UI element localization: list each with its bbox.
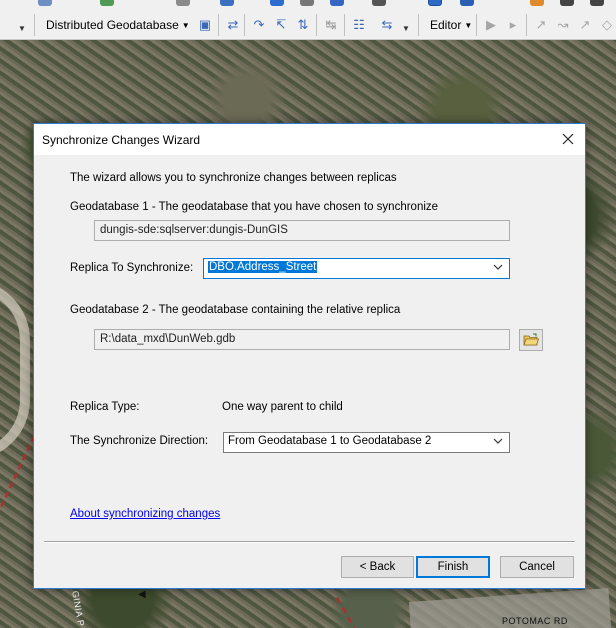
distributed-geodatabase-menu[interactable]: Distributed Geodatabase ▼ [46, 12, 190, 38]
toolbar-separator [476, 14, 477, 36]
toolbar-icon[interactable] [38, 0, 52, 6]
chevron-down-icon [493, 436, 503, 449]
synchronize-direction-select[interactable]: From Geodatabase 1 to Geodatabase 2 [223, 432, 510, 453]
toolbar-separator [316, 14, 317, 36]
toolbar-icon[interactable] [176, 0, 190, 6]
edit-tool-icon: ▶ [486, 17, 496, 32]
editor-menu-label: Editor [430, 18, 462, 32]
distributed-geodatabase-toolbar: ▼ Distributed Geodatabase ▼ ▣ ⇄ ↷ ↸ ⇅ ↹ … [0, 12, 616, 40]
editor-menu[interactable]: Editor ▼ [430, 12, 472, 38]
geodatabase-2-field: R:\data_mxd\DunWeb.gdb [94, 329, 510, 350]
intro-text: The wizard allows you to synchronize cha… [70, 172, 397, 184]
toolbar-icon[interactable] [530, 0, 544, 6]
geodatabase-1-label: Geodatabase 1 - The geodatabase that you… [70, 201, 439, 213]
synchronize-direction-label: The Synchronize Direction: [70, 435, 209, 447]
acknowledgement-icon[interactable]: ⇅ [294, 16, 312, 34]
replica-type-label: Replica Type: [70, 401, 140, 413]
geodatabase-2-label: Geodatabase 2 - The geodatabase containi… [70, 304, 401, 316]
toolbar-icon[interactable] [560, 0, 574, 6]
toolbar-icon[interactable] [590, 0, 604, 6]
toolbar-separator [526, 14, 527, 36]
synchronize-direction-value: From Geodatabase 1 to Geodatabase 2 [228, 435, 432, 447]
toolbar-icon[interactable] [300, 0, 314, 6]
open-folder-icon [523, 333, 539, 346]
close-button[interactable] [551, 124, 585, 154]
chevron-down-icon [493, 262, 503, 275]
replica-to-synchronize-select[interactable]: DBO.Address_Street [203, 258, 510, 279]
synchronize-changes-wizard-dialog: Synchronize Changes Wizard The wizard al… [33, 123, 586, 589]
map-direction-arrow-icon: ◀ [138, 589, 146, 600]
toolbar-icon[interactable] [460, 0, 474, 6]
distributed-geodatabase-menu-label: Distributed Geodatabase [46, 18, 179, 32]
check-out-icon[interactable]: ⇆ [378, 16, 396, 34]
chevron-down-icon: ▼ [181, 20, 190, 30]
close-icon [562, 133, 574, 145]
select-tool-icon[interactable] [428, 0, 442, 6]
browse-geodatabase-button[interactable] [519, 329, 543, 351]
disabled-tool-icon: ↹ [325, 17, 337, 32]
toolbar-icon[interactable] [100, 0, 114, 6]
map-boundary-line [336, 597, 358, 628]
cancel-button[interactable]: Cancel [500, 556, 574, 578]
replica-type-value: One way parent to child [222, 401, 343, 413]
export-changes-icon[interactable]: ↷ [250, 16, 268, 34]
chevron-down-icon: ▼ [464, 20, 473, 30]
toolbar-separator [218, 14, 219, 36]
toolbar-icon[interactable] [220, 0, 234, 6]
toolbar-overflow-icon[interactable]: ▼ [402, 25, 410, 36]
toolbar-overflow-icon[interactable]: ▼ [18, 25, 26, 36]
create-replica-icon[interactable]: ▣ [196, 16, 214, 34]
map-road [0, 280, 30, 460]
footer-divider [44, 541, 575, 542]
toolbar-top-row [0, 0, 616, 8]
point-icon: ◇ [602, 17, 612, 32]
replica-to-synchronize-value: DBO.Address_Street [208, 261, 318, 273]
synchronize-icon[interactable]: ⇄ [224, 16, 242, 34]
replica-to-synchronize-label: Replica To Synchronize: [70, 262, 194, 274]
toolbar-icon[interactable] [330, 0, 344, 6]
toolbar: ▼ Distributed Geodatabase ▼ ▣ ⇄ ↷ ↸ ⇅ ↹ … [0, 0, 616, 40]
finish-button[interactable]: Finish [416, 556, 490, 578]
straight-segment-icon: ↗ [535, 17, 547, 32]
toolbar-separator [344, 14, 345, 36]
toolbar-separator [34, 14, 35, 36]
edit-annotation-icon: ▸ [509, 17, 517, 32]
map-street-label: POTOMAC RD [502, 616, 568, 626]
about-synchronizing-changes-link[interactable]: About synchronizing changes [70, 508, 220, 520]
toolbar-icon[interactable] [270, 0, 284, 6]
import-changes-icon[interactable]: ↸ [272, 16, 290, 34]
dialog-title: Synchronize Changes Wizard [42, 133, 201, 147]
toolbar-separator [244, 14, 245, 36]
replica-manager-icon[interactable]: ☷ [350, 16, 368, 34]
toolbar-separator [418, 14, 419, 36]
geodatabase-1-field: dungis-sde:sqlserver:dungis-DunGIS [94, 220, 510, 241]
dialog-titlebar[interactable]: Synchronize Changes Wizard [34, 124, 585, 155]
toolbar-icon[interactable] [372, 0, 386, 6]
trace-icon: ↗ [579, 17, 591, 32]
back-button[interactable]: < Back [341, 556, 414, 578]
endpoint-arc-icon: ↝ [557, 17, 569, 32]
